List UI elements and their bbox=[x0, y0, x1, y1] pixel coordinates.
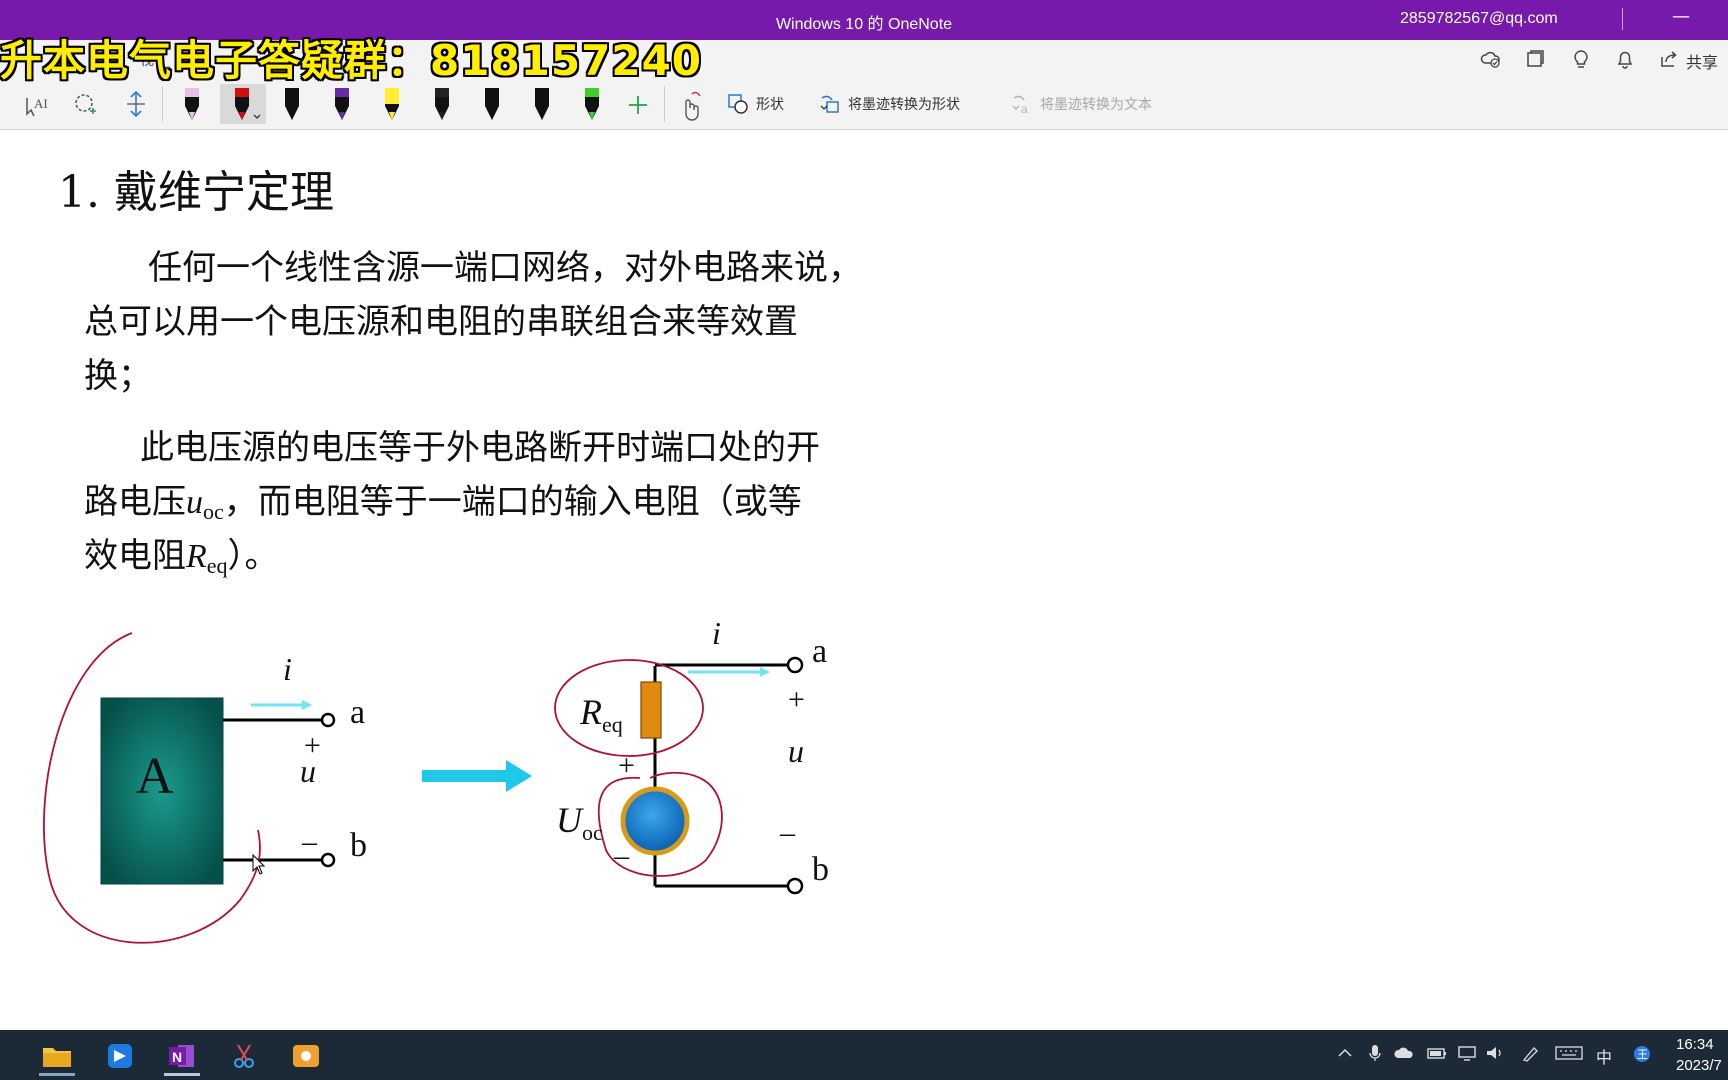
onedrive-icon[interactable] bbox=[1394, 1044, 1416, 1066]
current-label-left: i bbox=[283, 651, 292, 687]
shapes-label: 形状 bbox=[756, 96, 784, 112]
taskbar-file-explorer[interactable] bbox=[33, 1036, 81, 1076]
req-label: Req bbox=[580, 691, 623, 738]
pen-7-icon[interactable] bbox=[470, 84, 516, 124]
ime-app-icon[interactable]: 王 bbox=[1632, 1044, 1652, 1068]
lightbulb-icon[interactable] bbox=[1570, 48, 1592, 70]
taskbar-app-orange[interactable] bbox=[282, 1036, 330, 1076]
node-b-left: b bbox=[350, 827, 367, 864]
req-R: R bbox=[580, 692, 602, 732]
onenote-icon: N bbox=[169, 1045, 194, 1067]
voltage-label-left: u bbox=[300, 753, 316, 789]
voltage-label-right: u bbox=[788, 733, 804, 769]
ink-to-shape-label: 将墨迹转换为形状 bbox=[848, 96, 960, 112]
ink-to-shape-button[interactable]: 将墨迹转换为形状 bbox=[818, 92, 960, 116]
taskbar-onenote[interactable]: N bbox=[158, 1036, 206, 1076]
circuit-diagram bbox=[43, 632, 804, 944]
taskbar-screenshot-tool[interactable] bbox=[220, 1036, 268, 1076]
scissors-icon bbox=[234, 1044, 254, 1068]
touch-keyboard-icon[interactable] bbox=[1554, 1044, 1584, 1066]
clock-time: 16:34 bbox=[1676, 1036, 1714, 1053]
pen-1-icon[interactable] bbox=[170, 84, 216, 124]
type-select-icon[interactable]: AI bbox=[20, 84, 56, 124]
toolbar-divider bbox=[162, 86, 163, 122]
uoc-label: Uoc bbox=[556, 799, 603, 846]
folder-icon bbox=[43, 1048, 71, 1067]
terminal-b-right bbox=[786, 877, 804, 895]
toolbar-divider bbox=[664, 86, 665, 122]
promo-banner: 升本电气电子答疑群：818157240 bbox=[0, 36, 703, 85]
svg-text:AI: AI bbox=[34, 96, 48, 111]
source-minus: – bbox=[614, 839, 629, 872]
note-page[interactable]: 1. 戴维宁定理 任何一个线性含源一端口网络，对外电路来说， 总可以用一个电压源… bbox=[0, 131, 1728, 1030]
notebooks-icon[interactable] bbox=[1524, 48, 1546, 70]
ink-to-text-icon: a bbox=[1012, 95, 1028, 116]
uoc-U: U bbox=[556, 800, 582, 840]
equivalence-arrow bbox=[422, 760, 532, 792]
source-plus: + bbox=[618, 749, 635, 782]
pen-9-icon[interactable] bbox=[570, 84, 616, 124]
clock-date: 2023/7 bbox=[1676, 1057, 1722, 1074]
pen-3-icon[interactable] bbox=[270, 84, 316, 124]
block-label: A bbox=[136, 748, 174, 805]
pen-5-icon[interactable] bbox=[370, 84, 416, 124]
taskbar: N 中 王 16:34 2023/7 bbox=[0, 1030, 1728, 1080]
svg-text:a: a bbox=[1021, 102, 1028, 116]
sync-status-icon[interactable] bbox=[1480, 48, 1502, 70]
terminal-a-left bbox=[320, 712, 336, 728]
pen-2-icon[interactable] bbox=[220, 84, 266, 124]
lasso-select-icon[interactable] bbox=[68, 84, 104, 124]
network-icon[interactable] bbox=[1456, 1044, 1478, 1066]
pen-6-icon[interactable] bbox=[420, 84, 466, 124]
account-email[interactable]: 2859782567@qq.com bbox=[1400, 10, 1558, 28]
node-a-left: a bbox=[350, 694, 366, 731]
svg-text:N: N bbox=[172, 1049, 182, 1065]
ink-to-shape-icon bbox=[820, 95, 839, 113]
app-blue-icon bbox=[108, 1044, 132, 1068]
input-method-indicator[interactable]: 中 bbox=[1596, 1044, 1612, 1068]
terminal-b-left bbox=[320, 852, 336, 868]
current-label-right: i bbox=[712, 615, 721, 651]
minus-left: – bbox=[302, 825, 317, 858]
ink-circle-req bbox=[554, 659, 704, 757]
bell-icon[interactable] bbox=[1614, 48, 1636, 70]
mouse-cursor-icon bbox=[252, 854, 266, 875]
taskbar-app-blue[interactable] bbox=[96, 1036, 144, 1076]
node-b-right: b bbox=[812, 851, 829, 888]
ink-to-text-label: 将墨迹转换为文本 bbox=[1040, 96, 1152, 112]
titlebar-separator bbox=[1622, 8, 1623, 30]
add-pen-icon[interactable] bbox=[620, 84, 656, 124]
share-icon[interactable] bbox=[1658, 48, 1680, 70]
battery-icon[interactable] bbox=[1426, 1044, 1448, 1066]
add-space-icon[interactable] bbox=[118, 84, 154, 124]
resistor bbox=[640, 681, 662, 739]
taskbar-clock[interactable]: 16:34 2023/7 bbox=[1676, 1034, 1722, 1076]
pen-4-icon[interactable] bbox=[320, 84, 366, 124]
minus-right: – bbox=[780, 816, 795, 849]
ink-to-text-button[interactable]: a 将墨迹转换为文本 bbox=[1010, 92, 1152, 116]
share-label[interactable]: 共享 bbox=[1686, 49, 1718, 73]
req-sub: eq bbox=[602, 712, 623, 737]
svg-text:王: 王 bbox=[1637, 1048, 1648, 1061]
volume-icon[interactable] bbox=[1484, 1044, 1506, 1066]
microphone-icon[interactable] bbox=[1366, 1044, 1384, 1066]
pen-8-icon[interactable] bbox=[520, 84, 566, 124]
terminal-a-right bbox=[786, 656, 804, 674]
touch-draw-icon[interactable] bbox=[672, 84, 708, 124]
pen-workspace-icon[interactable] bbox=[1520, 1044, 1542, 1066]
node-a-right: a bbox=[812, 633, 828, 670]
plus-right: + bbox=[788, 683, 805, 716]
shapes-icon bbox=[728, 94, 748, 114]
uoc-sub: oc bbox=[582, 820, 603, 845]
app-orange-icon bbox=[293, 1045, 319, 1067]
shapes-button[interactable]: 形状 bbox=[726, 92, 784, 116]
voltage-source bbox=[620, 786, 690, 856]
tray-chevron-icon[interactable] bbox=[1336, 1044, 1354, 1066]
minimize-button[interactable]: — bbox=[1672, 6, 1690, 27]
